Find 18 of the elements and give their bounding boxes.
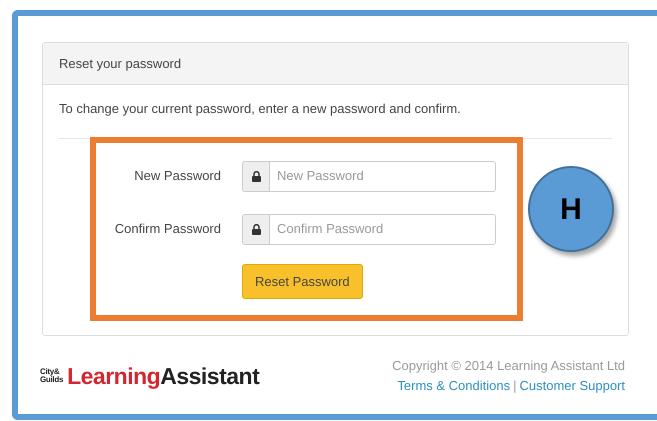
instructions-text: To change your current password, enter a new password and confirm.	[59, 100, 462, 118]
field-label: Confirm Password	[114, 220, 221, 238]
reset-password-button[interactable]: Reset Password	[242, 264, 363, 299]
copyright-text: Copyright © 2014 Learning Assistant Ltd	[392, 357, 625, 375]
footer-link[interactable]: Terms & Conditions	[397, 378, 510, 393]
field-label: New Password	[133, 167, 221, 186]
link-separator: |	[513, 378, 516, 393]
footer-link[interactable]: Customer Support	[520, 378, 625, 393]
panel-title: Reset your password	[59, 56, 182, 71]
callout-letter: H	[560, 192, 582, 228]
password-field[interactable]: Confirm Password	[270, 214, 496, 244]
password-field[interactable]: New Password	[270, 160, 496, 192]
logo-text: City&	[40, 368, 60, 376]
logo-text: Guilds	[40, 376, 64, 384]
lock-icon	[252, 224, 260, 234]
logo-text: Learning	[67, 362, 160, 391]
logo-text: Assistant	[160, 362, 260, 391]
lock-icon	[252, 170, 260, 182]
